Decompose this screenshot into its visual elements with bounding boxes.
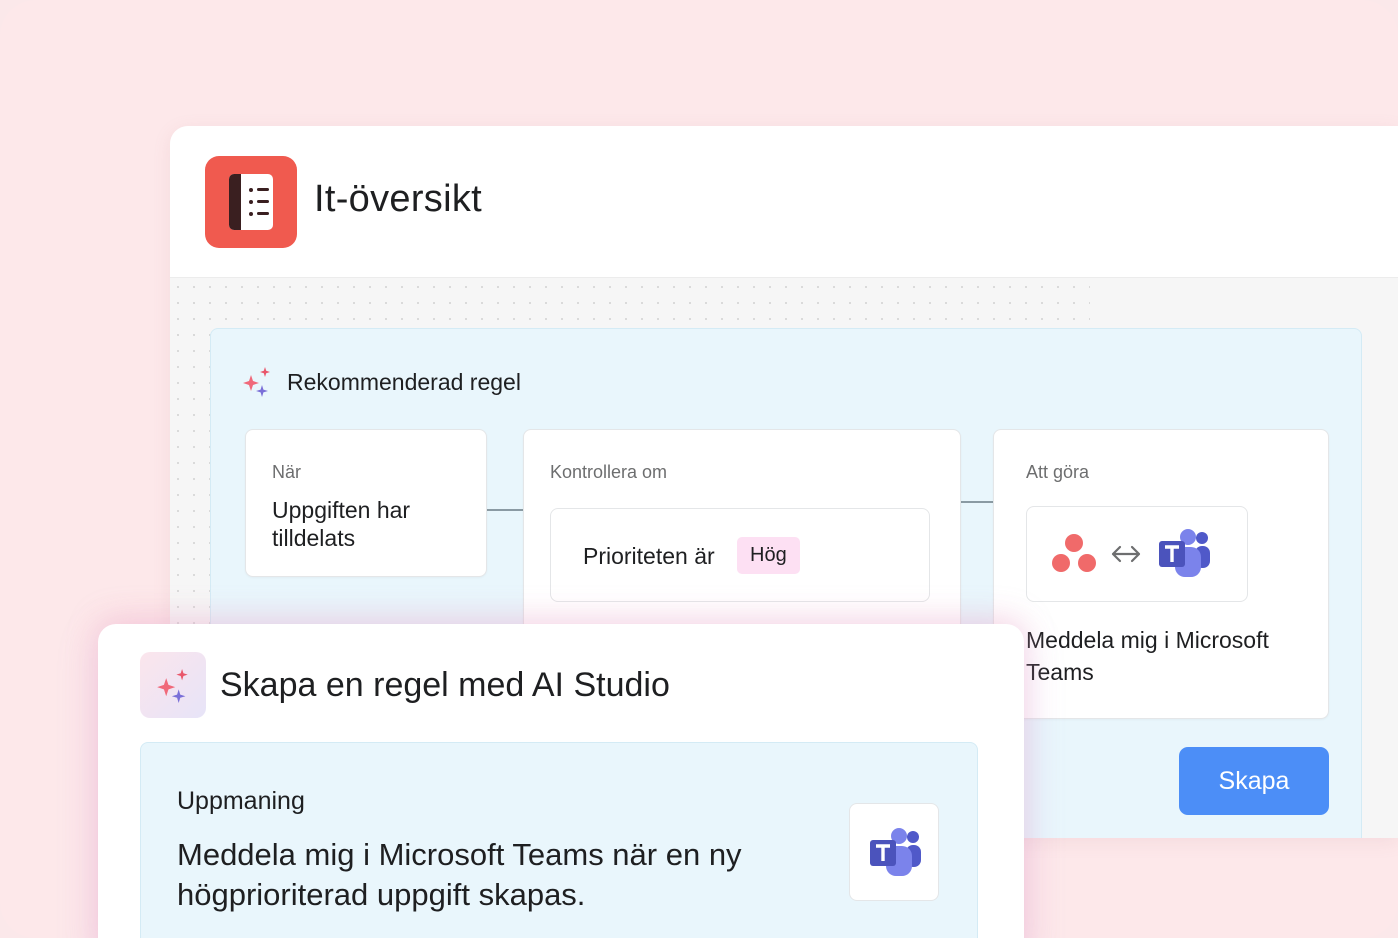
- asana-logo-icon: [1051, 533, 1097, 575]
- ai-studio-title: Skapa en regel med AI Studio: [220, 666, 670, 704]
- action-value: Meddela mig i Microsoft Teams: [1026, 627, 1269, 685]
- sync-arrows-icon: [1111, 543, 1141, 565]
- trigger-value: Uppgiften har tilldelats: [272, 497, 411, 551]
- condition-text: Prioriteten är: [583, 543, 715, 569]
- connector-line: [487, 509, 523, 511]
- rule-heading: Rekommenderad regel: [243, 367, 521, 397]
- microsoft-teams-icon: [1157, 529, 1211, 579]
- condition-row[interactable]: Prioriteten är Hög: [550, 508, 930, 602]
- condition-caption: Kontrollera om: [550, 462, 668, 482]
- action-box[interactable]: Att göra Meddela mig i Microsoft Teams: [993, 429, 1329, 719]
- connector-line: [961, 501, 993, 503]
- sparkle-icon: [243, 367, 271, 397]
- rule-heading-label: Rekommenderad regel: [287, 368, 521, 395]
- ai-studio-card: Skapa en regel med AI Studio Uppmaning M…: [98, 624, 1024, 938]
- ai-studio-icon-tile: [140, 652, 206, 718]
- action-caption: Att göra: [1026, 462, 1090, 482]
- prompt-label: Uppmaning: [177, 787, 305, 815]
- project-title: It-översikt: [314, 178, 482, 220]
- condition-box[interactable]: Kontrollera om Prioriteten är Hög: [523, 429, 961, 649]
- project-header: It-översikt: [170, 126, 1398, 278]
- prompt-text[interactable]: Meddela mig i Microsoft Teams när en ny …: [177, 835, 837, 915]
- create-button[interactable]: Skapa: [1179, 747, 1329, 815]
- sparkle-icon: [157, 669, 189, 703]
- microsoft-teams-icon: [868, 828, 922, 878]
- teams-tile[interactable]: [849, 803, 939, 901]
- notebook-list-icon: [205, 156, 297, 248]
- priority-badge: Hög: [737, 537, 800, 574]
- trigger-box[interactable]: När Uppgiften har tilldelats: [245, 429, 487, 577]
- app-integration-tile[interactable]: [1026, 506, 1248, 602]
- prompt-box[interactable]: Uppmaning Meddela mig i Microsoft Teams …: [140, 742, 978, 938]
- trigger-caption: När: [272, 462, 302, 482]
